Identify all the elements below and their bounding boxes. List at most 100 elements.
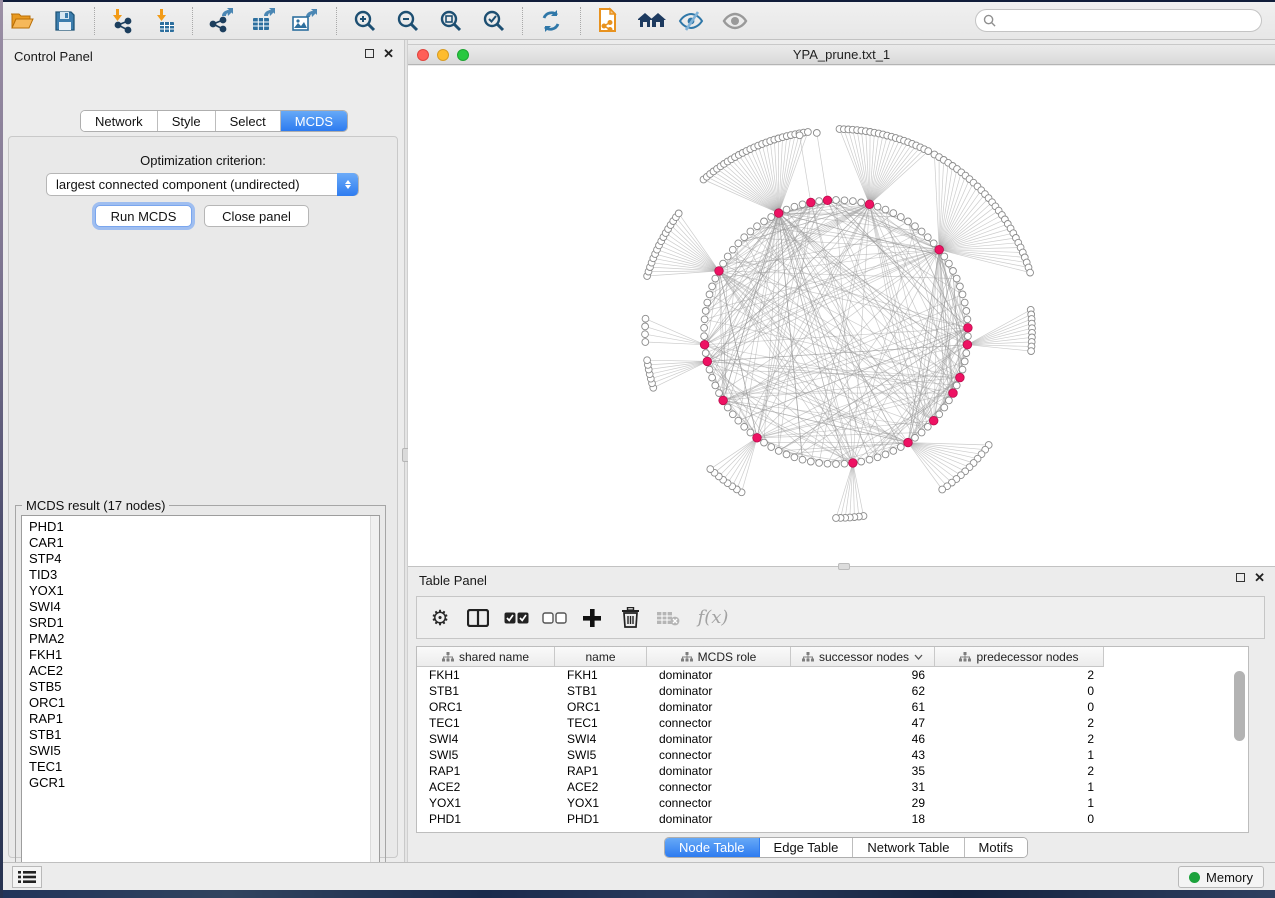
table-row[interactable]: PHD1PHD1dominator180 <box>417 811 1248 827</box>
mcds-result-item[interactable]: SRD1 <box>29 615 379 631</box>
mcds-result-item[interactable]: GCR1 <box>29 775 379 791</box>
run-mcds-button[interactable]: Run MCDS <box>95 205 192 227</box>
tab-node-table[interactable]: Node Table <box>665 838 760 857</box>
table-row[interactable]: ACE2ACE2connector311 <box>417 779 1248 795</box>
save-session-icon[interactable] <box>48 6 82 36</box>
column-layout-icon[interactable] <box>463 601 493 635</box>
table-panel: Table Panel ✕ ⚙ <box>408 566 1275 862</box>
mcds-result-item[interactable]: STB1 <box>29 727 379 743</box>
table-row[interactable]: SWI5SWI5connector431 <box>417 747 1248 763</box>
cell-MCDS-role: dominator <box>647 684 791 698</box>
share-document-icon[interactable] <box>591 6 625 36</box>
mcds-result-item[interactable]: PMA2 <box>29 631 379 647</box>
zoom-fit-icon[interactable] <box>434 6 468 36</box>
tab-mcds[interactable]: MCDS <box>281 111 347 131</box>
tab-motifs[interactable]: Motifs <box>965 838 1028 857</box>
close-panel-icon[interactable]: ✕ <box>383 49 394 58</box>
column-header-shared-name[interactable]: shared name <box>417 647 555 666</box>
mcds-result-item[interactable]: SWI5 <box>29 743 379 759</box>
table-row[interactable]: STB1STB1dominator620 <box>417 683 1248 699</box>
table-tabs: Node TableEdge TableNetwork TableMotifs <box>664 837 1028 858</box>
mcds-result-item[interactable]: CAR1 <box>29 535 379 551</box>
mcds-result-item[interactable]: PHD1 <box>29 519 379 535</box>
table-row[interactable]: YOX1YOX1connector291 <box>417 795 1248 811</box>
import-network-icon[interactable] <box>105 6 139 36</box>
table-panel-title: Table Panel <box>419 573 487 588</box>
cell-shared-name: YOX1 <box>417 796 555 810</box>
table-row[interactable]: SWI4SWI4dominator462 <box>417 731 1248 747</box>
close-panel-icon[interactable]: ✕ <box>1254 573 1265 582</box>
tab-style[interactable]: Style <box>158 111 216 131</box>
node-table[interactable]: shared namenameMCDS rolesuccessor nodesp… <box>416 646 1249 833</box>
network-titlebar[interactable]: YPA_prune.txt_1 <box>408 44 1275 65</box>
mcds-result-item[interactable]: STP4 <box>29 551 379 567</box>
table-scrollbar[interactable] <box>1234 669 1245 828</box>
zoom-selected-icon[interactable] <box>477 6 511 36</box>
zoom-out-icon[interactable] <box>391 6 425 36</box>
table-row[interactable]: TEC1TEC1connector472 <box>417 715 1248 731</box>
dropdown-value: largest connected component (undirected) <box>56 177 300 192</box>
show-details-icon[interactable] <box>718 6 752 36</box>
search-field[interactable] <box>975 9 1262 32</box>
cell-name: TEC1 <box>555 716 647 730</box>
cell-MCDS-role: dominator <box>647 700 791 714</box>
search-input[interactable] <box>1000 14 1261 28</box>
zoom-in-icon[interactable] <box>348 6 382 36</box>
table-scrollbar-thumb[interactable] <box>1234 671 1245 741</box>
mcds-result-list[interactable]: PHD1CAR1STP4TID3YOX1SWI4SRD1PMA2FKH1ACE2… <box>21 515 380 871</box>
mcds-result-item[interactable]: SWI4 <box>29 599 379 615</box>
export-image-icon[interactable] <box>287 6 321 36</box>
column-header-name[interactable]: name <box>555 647 647 666</box>
cell-predecessor-nodes: 2 <box>935 716 1104 730</box>
cell-name: FKH1 <box>555 668 647 682</box>
control-panel-title: Control Panel <box>14 49 93 64</box>
mcds-result-item[interactable]: ORC1 <box>29 695 379 711</box>
tab-network[interactable]: Network <box>81 111 158 131</box>
home-layout-icon[interactable] <box>635 6 669 36</box>
status-bar: Memory <box>3 862 1275 890</box>
add-column-icon[interactable] <box>577 601 607 635</box>
close-panel-button[interactable]: Close panel <box>204 205 309 227</box>
tab-edge-table[interactable]: Edge Table <box>760 838 854 857</box>
mcds-result-item[interactable]: STB5 <box>29 679 379 695</box>
cell-successor-nodes: 96 <box>791 668 935 682</box>
column-header-successor-nodes[interactable]: successor nodes <box>791 647 935 666</box>
cell-successor-nodes: 31 <box>791 780 935 794</box>
optimization-criterion-select[interactable]: largest connected component (undirected) <box>46 173 359 196</box>
mcds-list-scrollbar[interactable] <box>370 516 379 870</box>
cell-name: STB1 <box>555 684 647 698</box>
table-row[interactable]: ORC1ORC1dominator610 <box>417 699 1248 715</box>
mcds-result-item[interactable]: FKH1 <box>29 647 379 663</box>
export-table-icon[interactable] <box>246 6 280 36</box>
cell-MCDS-role: connector <box>647 716 791 730</box>
export-network-icon[interactable] <box>203 6 237 36</box>
table-row[interactable]: FKH1FKH1dominator962 <box>417 667 1248 683</box>
select-all-checks-icon[interactable] <box>501 601 531 635</box>
mcds-result-item[interactable]: ACE2 <box>29 663 379 679</box>
cell-MCDS-role: dominator <box>647 812 791 826</box>
table-options-gear-icon[interactable]: ⚙ <box>425 601 455 635</box>
delete-column-trash-icon[interactable] <box>615 601 645 635</box>
tab-select[interactable]: Select <box>216 111 281 131</box>
column-header-MCDS-role[interactable]: MCDS role <box>647 647 791 666</box>
cell-MCDS-role: dominator <box>647 732 791 746</box>
import-table-icon[interactable] <box>149 6 183 36</box>
column-header-predecessor-nodes[interactable]: predecessor nodes <box>935 647 1104 666</box>
float-panel-icon[interactable] <box>1236 573 1245 582</box>
mcds-result-item[interactable]: TID3 <box>29 567 379 583</box>
tab-network-table[interactable]: Network Table <box>853 838 964 857</box>
float-panel-icon[interactable] <box>365 49 374 58</box>
refresh-icon[interactable] <box>534 6 568 36</box>
mcds-result-item[interactable]: TEC1 <box>29 759 379 775</box>
mcds-result-item[interactable]: RAP1 <box>29 711 379 727</box>
horizontal-splitter-grip[interactable] <box>838 563 850 570</box>
mcds-result-item[interactable]: YOX1 <box>29 583 379 599</box>
network-canvas[interactable] <box>408 66 1275 566</box>
hide-details-icon[interactable] <box>674 6 708 36</box>
memory-button[interactable]: Memory <box>1178 866 1264 888</box>
task-history-button[interactable] <box>12 866 42 888</box>
deselect-all-checks-icon[interactable] <box>539 601 569 635</box>
open-session-icon[interactable] <box>5 6 39 36</box>
table-row[interactable]: RAP1RAP1dominator352 <box>417 763 1248 779</box>
cell-predecessor-nodes: 0 <box>935 684 1104 698</box>
